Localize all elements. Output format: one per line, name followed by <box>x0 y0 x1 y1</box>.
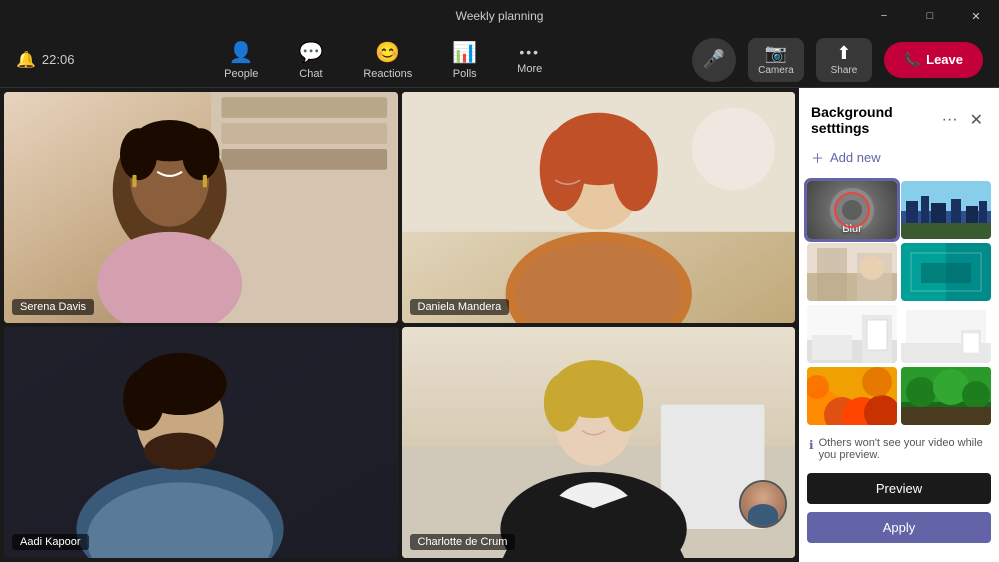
daniela-label: Daniela Mandera <box>410 299 510 315</box>
nature-preview <box>901 367 991 425</box>
city-svg <box>901 181 991 239</box>
video-cell-charlotte: Charlotte de Crum <box>402 327 796 558</box>
toolbar-left: 🔔 22:06 <box>16 50 74 70</box>
aadi-label: Aadi Kapoor <box>12 534 89 550</box>
toolbar-polls[interactable]: 📊 Polls <box>442 34 487 86</box>
leave-button[interactable]: 📞 Leave <box>884 42 983 78</box>
aadi-video <box>4 327 398 558</box>
leave-label: Leave <box>926 52 963 67</box>
serena-video <box>4 92 398 323</box>
maximize-button[interactable]: □ <box>907 0 953 32</box>
bg-thumb-office[interactable] <box>807 243 897 301</box>
polls-icon: 📊 <box>452 40 477 65</box>
background-thumbnails: Blur <box>799 177 999 429</box>
camera-button[interactable]: 📷 Camera <box>748 38 804 82</box>
bg-thumb-blur[interactable]: Blur <box>807 181 897 239</box>
toolbar-chat[interactable]: 💬 Chat <box>288 34 333 86</box>
bright-svg <box>901 305 991 363</box>
bg-thumb-white[interactable] <box>807 305 897 363</box>
modern-preview <box>901 243 991 301</box>
window-title: Weekly planning <box>456 9 544 23</box>
meeting-time: 22:06 <box>42 52 75 67</box>
info-message: ℹ Others won't see your video while you … <box>799 429 999 467</box>
close-button[interactable]: ✕ <box>953 0 999 32</box>
toolbar-right: 🎤 📷 Camera ⬆ Share 📞 Leave <box>692 38 983 82</box>
panel-header-actions: ··· ✕ <box>938 106 987 134</box>
bg-thumb-nature[interactable] <box>901 367 991 425</box>
window-controls: − □ ✕ <box>861 0 999 32</box>
toolbar-people[interactable]: 👤 People <box>214 34 268 86</box>
toolbar: 🔔 22:06 👤 People 💬 Chat 😊 Reactions 📊 Po… <box>0 32 999 88</box>
panel-header: Background setttings ··· ✕ <box>799 88 999 144</box>
more-label: More <box>517 63 542 75</box>
apply-button[interactable]: Apply <box>807 512 991 543</box>
chat-icon: 💬 <box>298 40 323 65</box>
bg-thumb-colorful[interactable] <box>807 367 897 425</box>
add-icon: ＋ <box>811 148 824 167</box>
bg-thumb-modern[interactable] <box>901 243 991 301</box>
avatar-image <box>741 482 785 526</box>
polls-label: Polls <box>453 68 477 80</box>
toolbar-more[interactable]: ••• More <box>507 38 552 81</box>
modern-svg <box>901 243 991 301</box>
blur-label: Blur <box>842 223 862 235</box>
reactions-icon: 😊 <box>375 40 400 65</box>
info-text-content: Others won't see your video while you pr… <box>819 437 989 461</box>
chat-label: Chat <box>299 68 322 80</box>
more-icon: ••• <box>519 44 540 60</box>
office-svg <box>807 243 897 301</box>
city-preview <box>901 181 991 239</box>
video-grid: Serena Davis <box>0 88 799 562</box>
share-icon: ⬆ <box>836 43 851 64</box>
add-new-button[interactable]: ＋ Add new <box>799 144 999 177</box>
close-panel-button[interactable]: ✕ <box>966 106 987 134</box>
more-options-button[interactable]: ··· <box>938 107 962 133</box>
main-area: Serena Davis <box>0 88 999 562</box>
video-cell-daniela: Daniela Mandera <box>402 92 796 323</box>
self-avatar <box>739 480 787 528</box>
add-new-label: Add new <box>830 150 881 165</box>
people-label: People <box>224 68 258 80</box>
white-preview <box>807 305 897 363</box>
mic-button[interactable]: 🎤 <box>692 38 736 82</box>
charlotte-label: Charlotte de Crum <box>410 534 516 550</box>
share-button[interactable]: ⬆ Share <box>816 38 872 82</box>
nature-svg <box>901 367 991 425</box>
titlebar: Weekly planning − □ ✕ <box>0 0 999 32</box>
charlotte-video <box>402 327 796 558</box>
bg-settings-panel: Background setttings ··· ✕ ＋ Add new <box>799 88 999 562</box>
panel-title: Background setttings <box>811 104 938 136</box>
video-cell-aadi: Aadi Kapoor <box>4 327 398 558</box>
camera-icon: 📷 <box>765 43 787 64</box>
minimize-button[interactable]: − <box>861 0 907 32</box>
avatar-body <box>748 504 779 526</box>
camera-label: Camera <box>758 65 794 76</box>
video-cell-serena: Serena Davis <box>4 92 398 323</box>
bright-preview <box>901 305 991 363</box>
bg-thumb-bright[interactable] <box>901 305 991 363</box>
white-svg <box>807 305 897 363</box>
office-preview <box>807 243 897 301</box>
toolbar-center: 👤 People 💬 Chat 😊 Reactions 📊 Polls ••• … <box>74 34 691 86</box>
info-icon: ℹ <box>809 438 814 452</box>
phone-icon: 📞 <box>904 52 920 68</box>
colorful-svg <box>807 367 897 425</box>
bg-thumb-city[interactable] <box>901 181 991 239</box>
preview-button[interactable]: Preview <box>807 473 991 504</box>
people-icon: 👤 <box>229 40 254 65</box>
reactions-label: Reactions <box>363 68 412 80</box>
serena-label: Serena Davis <box>12 299 94 315</box>
daniela-video <box>402 92 796 323</box>
colorful-preview <box>807 367 897 425</box>
share-label: Share <box>831 65 858 76</box>
status-icon: 🔔 <box>16 50 36 70</box>
toolbar-reactions[interactable]: 😊 Reactions <box>353 34 422 86</box>
